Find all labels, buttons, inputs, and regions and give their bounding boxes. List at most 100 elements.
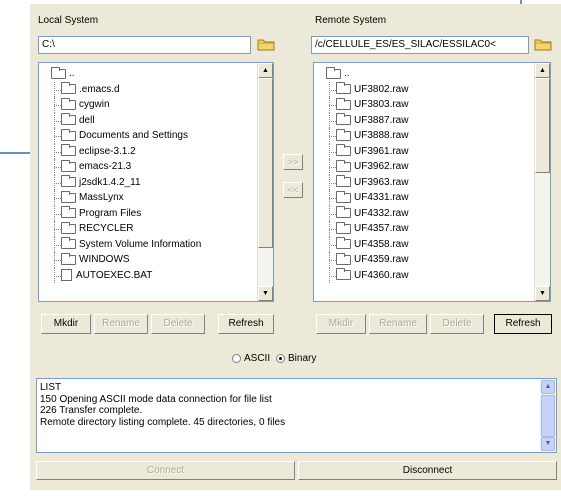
local-path-field[interactable]: C:\	[38, 36, 251, 54]
folder-icon	[336, 206, 351, 219]
local-file-list[interactable]: .. .emacs.d cygwin dell Documents and Settin…	[38, 62, 274, 302]
scroll-thumb[interactable]	[541, 395, 555, 437]
list-item-label: UF4359.raw	[354, 254, 409, 265]
scroll-thumb[interactable]	[258, 78, 273, 248]
list-item[interactable]: MassLynx	[51, 190, 257, 206]
tree-connector	[51, 159, 61, 175]
local-browse-folder-icon[interactable]	[256, 35, 276, 53]
log-output[interactable]: LIST 150 Opening ASCII mode data connecti…	[36, 378, 557, 453]
scroll-down-arrow-icon[interactable]: ▼	[535, 286, 550, 301]
scroll-thumb[interactable]	[535, 78, 550, 173]
list-item[interactable]: AUTOEXEC.BAT	[51, 267, 257, 284]
scroll-down-arrow-icon[interactable]: ▼	[258, 286, 273, 301]
binary-radio-label: Binary	[288, 353, 317, 364]
remote-mkdir-button[interactable]: Mkdir	[316, 314, 366, 334]
ascii-radio-label: ASCII	[244, 353, 271, 364]
list-item[interactable]: UF3803.raw	[326, 97, 534, 113]
folder-icon	[61, 175, 76, 188]
remote-path-field[interactable]: /c/CELLULE_ES/ES_SILAC/ESSILAC0<	[311, 36, 529, 54]
remote-file-list[interactable]: .. UF3802.raw UF3803.raw UF3887.raw UF3888.r…	[313, 62, 551, 302]
list-item-label: UF4357.raw	[354, 223, 409, 234]
log-scrollbar[interactable]: ▲ ▼	[540, 379, 556, 452]
local-refresh-button[interactable]: Refresh	[218, 314, 274, 334]
list-item[interactable]: UF3963.raw	[326, 174, 534, 191]
scroll-up-arrow-icon[interactable]: ▲	[535, 63, 550, 78]
list-item[interactable]: ..	[51, 66, 257, 82]
folder-icon	[336, 113, 351, 126]
log-line: 150 Opening ASCII mode data connection f…	[40, 393, 272, 405]
list-item-label: UF3961.raw	[354, 145, 409, 157]
folder-icon	[336, 97, 351, 110]
list-item[interactable]: System Volume Information	[51, 236, 257, 253]
log-lines: LIST 150 Opening ASCII mode data connecti…	[37, 382, 540, 428]
binary-radio[interactable]: Binary	[276, 353, 316, 364]
folder-icon	[336, 268, 351, 281]
folder-icon	[336, 82, 351, 95]
local-list-scrollbar[interactable]: ▲ ▼	[257, 63, 273, 301]
list-item[interactable]: .emacs.d	[51, 81, 257, 98]
remote-browse-folder-icon[interactable]	[533, 35, 553, 53]
local-delete-button[interactable]: Delete	[151, 314, 205, 334]
list-item[interactable]: UF3887.raw	[326, 112, 534, 129]
local-system-label: Local System	[38, 15, 99, 26]
list-item[interactable]: UF4359.raw	[326, 252, 534, 268]
folder-icon	[61, 237, 76, 250]
list-item[interactable]: UF3962.raw	[326, 159, 534, 175]
list-item-label: UF3802.raw	[354, 83, 409, 95]
list-item[interactable]: Program Files	[51, 205, 257, 222]
list-item[interactable]: UF3961.raw	[326, 143, 534, 160]
folder-icon	[61, 221, 76, 234]
list-item-label: UF4358.raw	[354, 238, 409, 250]
list-item[interactable]: UF3802.raw	[326, 81, 534, 98]
list-item[interactable]: RECYCLER	[51, 221, 257, 237]
list-item[interactable]: eclipse-3.1.2	[51, 143, 257, 160]
list-item[interactable]: dell	[51, 112, 257, 129]
tree-connector	[326, 112, 336, 129]
list-item[interactable]: cygwin	[51, 97, 257, 113]
list-item-label: UF4360.raw	[354, 269, 409, 281]
list-item-label: dell	[79, 114, 95, 126]
tree-connector	[326, 128, 336, 144]
tree-connector	[51, 205, 61, 222]
upload-button[interactable]: >>	[283, 154, 303, 170]
list-item[interactable]: emacs-21.3	[51, 159, 257, 175]
connect-button[interactable]: Connect	[36, 461, 295, 480]
list-item[interactable]: UF4360.raw	[326, 267, 534, 284]
list-item[interactable]: UF4332.raw	[326, 205, 534, 222]
remote-list-scrollbar[interactable]: ▲ ▼	[534, 63, 550, 301]
tree-connector	[326, 190, 336, 206]
list-item[interactable]: ..	[326, 66, 534, 82]
list-item-label: UF3803.raw	[354, 99, 409, 110]
list-item-label: WINDOWS	[79, 254, 130, 265]
list-item-label: UF4332.raw	[354, 207, 409, 219]
download-button[interactable]: <<	[283, 182, 303, 198]
tree-connector	[51, 252, 61, 268]
folder-icon	[61, 82, 76, 95]
tree-connector	[51, 190, 61, 206]
list-item[interactable]: WINDOWS	[51, 252, 257, 268]
ascii-radio[interactable]: ASCII	[232, 353, 270, 364]
list-item[interactable]: UF3888.raw	[326, 128, 534, 144]
remote-rename-button[interactable]: Rename	[369, 314, 427, 334]
list-item[interactable]: UF4357.raw	[326, 221, 534, 237]
ascii-radio-icon	[232, 354, 241, 363]
remote-refresh-button[interactable]: Refresh	[494, 314, 552, 334]
list-item[interactable]: Documents and Settings	[51, 128, 257, 144]
list-item-label: j2sdk1.4.2_11	[79, 176, 141, 188]
disconnect-button[interactable]: Disconnect	[298, 461, 557, 480]
list-item-label: eclipse-3.1.2	[79, 145, 136, 157]
list-item[interactable]: j2sdk1.4.2_11	[51, 174, 257, 191]
list-item-label: Program Files	[79, 207, 142, 219]
log-line: LIST	[40, 382, 62, 393]
local-rename-button[interactable]: Rename	[94, 314, 148, 334]
folder-icon	[336, 237, 351, 250]
list-item-label: UF3962.raw	[354, 161, 409, 172]
scroll-up-arrow-icon[interactable]: ▲	[258, 63, 273, 78]
list-item[interactable]: UF4331.raw	[326, 190, 534, 206]
local-mkdir-button[interactable]: Mkdir	[41, 314, 91, 334]
remote-delete-button[interactable]: Delete	[430, 314, 484, 334]
folder-icon	[61, 113, 76, 126]
scroll-down-arrow-icon[interactable]: ▼	[541, 437, 555, 451]
list-item[interactable]: UF4358.raw	[326, 236, 534, 253]
scroll-up-arrow-icon[interactable]: ▲	[541, 380, 555, 394]
